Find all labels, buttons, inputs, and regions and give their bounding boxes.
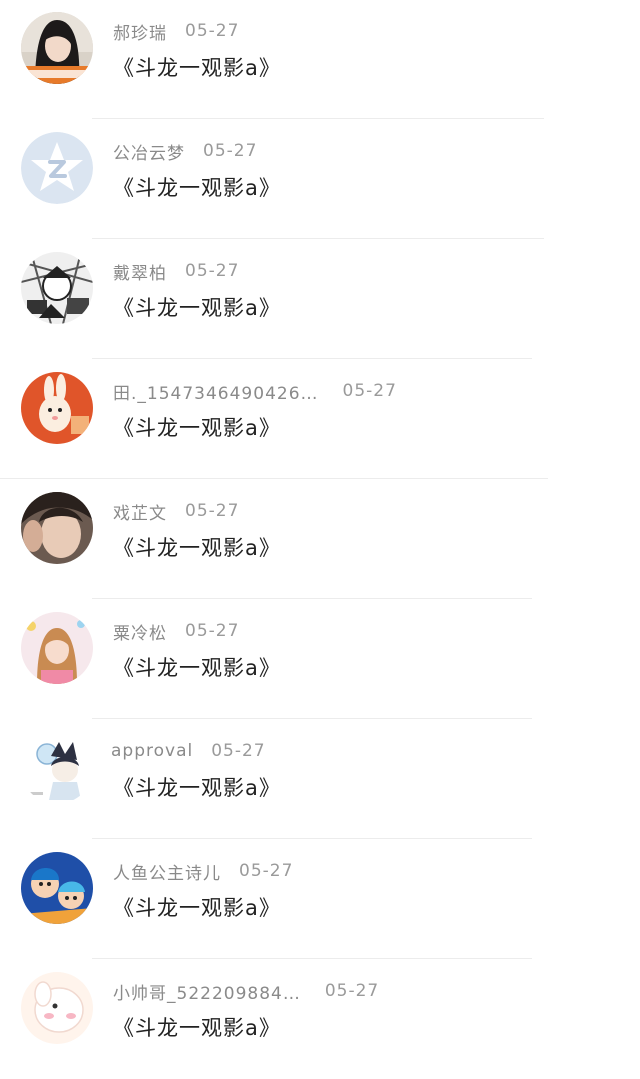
comment-item[interactable]: 公冶云梦 05-27 《斗龙一观影a》	[0, 120, 640, 239]
avatar[interactable]	[21, 612, 93, 684]
username[interactable]: 田._1547346490426…	[113, 379, 319, 404]
comment-item[interactable]: 小帅哥_522209884… 05-27 《斗龙一观影a》	[0, 960, 640, 1079]
divider	[92, 238, 544, 239]
comment-item[interactable]: approval 05-27 《斗龙一观影a》	[0, 720, 640, 839]
divider	[92, 958, 532, 959]
default-qq-avatar-icon	[21, 132, 93, 204]
comment-item[interactable]: 人鱼公主诗儿 05-27 《斗龙一观影a》	[0, 840, 640, 959]
comment-item[interactable]: 郝珍瑞 05-27 《斗龙一观影a》	[0, 0, 640, 119]
comment-text: 《斗龙一观影a》	[113, 536, 281, 560]
rabbit-avatar-icon	[21, 372, 93, 444]
username[interactable]: 公冶云梦	[113, 139, 185, 164]
comment-item[interactable]: 戴翠柏 05-27 《斗龙一观影a》	[0, 240, 640, 359]
avatar[interactable]	[21, 732, 93, 804]
avatar[interactable]	[21, 372, 93, 444]
username[interactable]: 粟冷松	[113, 619, 167, 644]
boy-photo-icon	[21, 492, 93, 564]
comment-text: 《斗龙一观影a》	[113, 656, 281, 680]
avatar[interactable]	[21, 132, 93, 204]
username[interactable]: approval	[111, 741, 193, 761]
divider	[92, 598, 532, 599]
username[interactable]: 戏芷文	[113, 499, 167, 524]
comment-date: 05-27	[185, 621, 240, 641]
avatar[interactable]	[21, 972, 93, 1044]
comment-text: 《斗龙一观影a》	[113, 416, 281, 440]
comment-text: 《斗龙一观影a》	[113, 776, 281, 800]
comment-date: 05-27	[342, 381, 397, 401]
comment-date: 05-27	[239, 861, 294, 881]
username[interactable]: 小帅哥_522209884…	[113, 979, 301, 1004]
comment-text: 《斗龙一观影a》	[113, 176, 281, 200]
comment-text: 《斗龙一观影a》	[113, 296, 281, 320]
girl-photo-icon	[21, 12, 93, 84]
comment-date: 05-27	[185, 261, 240, 281]
divider	[0, 478, 548, 479]
comment-text: 《斗龙一观影a》	[113, 896, 281, 920]
girl-pink-photo-icon	[21, 612, 93, 684]
avatar[interactable]	[21, 492, 93, 564]
divider	[92, 718, 532, 719]
comment-date: 05-27	[324, 981, 380, 1001]
divider	[92, 838, 532, 839]
comment-date: 05-27	[211, 741, 266, 761]
pink-bunny-avatar-icon	[21, 972, 93, 1044]
comment-item[interactable]: 田._1547346490426… 05-27 《斗龙一观影a》	[0, 360, 640, 479]
comment-date: 05-27	[203, 141, 258, 161]
comment-date: 05-27	[185, 501, 240, 521]
comment-item[interactable]: 粟冷松 05-27 《斗龙一观影a》	[0, 600, 640, 719]
avatar[interactable]	[21, 12, 93, 84]
username[interactable]: 人鱼公主诗儿	[113, 859, 221, 884]
anime-cat-avatar-icon	[21, 732, 93, 804]
comment-text: 《斗龙一观影a》	[113, 1016, 281, 1040]
divider	[92, 118, 544, 119]
avatar[interactable]	[21, 852, 93, 924]
manga-avatar-icon	[21, 252, 93, 324]
cartoon-kids-avatar-icon	[21, 852, 93, 924]
comment-item[interactable]: 戏芷文 05-27 《斗龙一观影a》	[0, 480, 640, 599]
comment-list: 郝珍瑞 05-27 《斗龙一观影a》 公冶云梦 05-27 《斗龙一观影a》 戴…	[0, 0, 640, 1061]
divider	[92, 358, 532, 359]
username[interactable]: 戴翠柏	[113, 259, 167, 284]
avatar[interactable]	[21, 252, 93, 324]
username[interactable]: 郝珍瑞	[113, 19, 167, 44]
comment-date: 05-27	[185, 21, 240, 41]
comment-text: 《斗龙一观影a》	[113, 56, 281, 80]
